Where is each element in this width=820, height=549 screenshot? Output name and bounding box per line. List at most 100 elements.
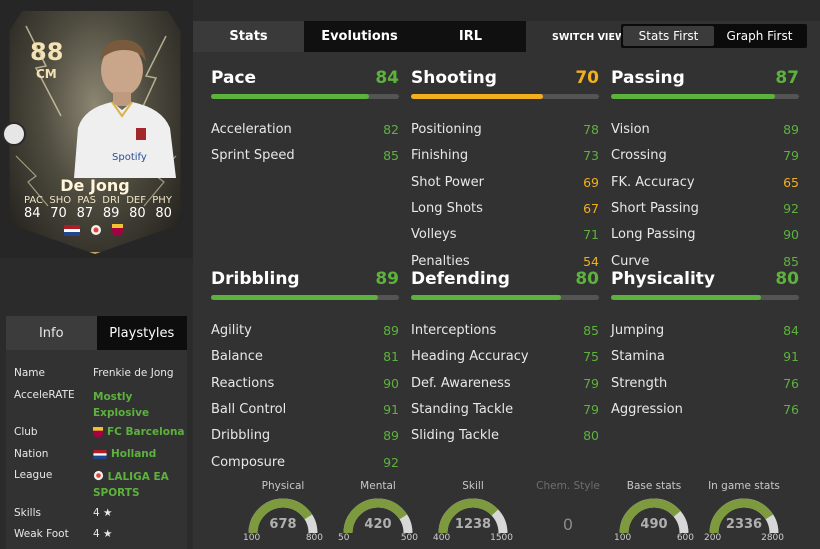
info-weak-foot: 4 ★ <box>93 528 112 540</box>
gauge-title: Physical <box>261 480 305 492</box>
stat-label: Standing Tackle <box>411 402 514 417</box>
info-value-name: Frenkie de Jong <box>93 367 174 379</box>
stat-row: Long Passing 90 <box>611 227 799 242</box>
stat-value: 76 <box>783 376 799 391</box>
stat-value: 85 <box>783 254 799 269</box>
stat-group-value: 84 <box>375 68 399 88</box>
stat-row: Finishing 73 <box>411 148 599 163</box>
stat-row: FK. Accuracy 65 <box>611 175 799 190</box>
stat-group-bar-fill <box>411 94 543 99</box>
stat-row: Vision 89 <box>611 122 799 137</box>
stat-value: 81 <box>383 349 399 364</box>
tab-playstyles[interactable]: Playstyles <box>96 316 187 350</box>
stat-label: Interceptions <box>411 323 497 338</box>
stat-label: Reactions <box>211 376 275 391</box>
stat-row: Penalties 54 <box>411 254 599 269</box>
tab-stats[interactable]: Stats <box>193 21 304 52</box>
stat-group-value: 70 <box>575 68 599 88</box>
gauge-min: 400 <box>433 533 451 543</box>
stat-group-title: Physicality <box>611 269 716 289</box>
info-club-link[interactable]: FC Barcelona <box>93 426 185 438</box>
gauge-mental: Mental 420 50 500 <box>338 480 418 549</box>
tab-irl[interactable]: IRL <box>415 21 526 52</box>
info-label-weak-foot: Weak Foot <box>14 528 69 540</box>
stat-label: Heading Accuracy <box>411 349 529 364</box>
stat-group-bar <box>411 94 599 99</box>
stat-label: Volleys <box>411 227 457 242</box>
card-stat-value: 80 <box>129 206 146 221</box>
stat-label: Long Shots <box>411 201 483 216</box>
stat-row: Aggression 76 <box>611 402 799 417</box>
switch-view-label: SWITCH VIEW: <box>552 32 629 43</box>
info-value-club: FC Barcelona <box>107 426 185 438</box>
gauge-max: 800 <box>305 533 323 543</box>
info-nation-link[interactable]: Holland <box>93 448 156 460</box>
stat-value: 89 <box>383 323 399 338</box>
info-value-league: LALIGA EA SPORTS <box>93 471 169 499</box>
stat-label: Crossing <box>611 148 667 163</box>
stat-value: 78 <box>583 122 599 137</box>
card-player-name: De Jong <box>60 176 130 195</box>
gauge-value: 0 <box>562 515 574 534</box>
stat-group-title: Defending <box>411 269 510 289</box>
gauge-max: 600 <box>676 533 694 543</box>
stat-value: 84 <box>783 323 799 338</box>
stat-row: Curve 85 <box>611 254 799 269</box>
info-label-skills: Skills <box>14 507 41 519</box>
card-stat-label: DEF <box>126 195 146 206</box>
switch-option-graph-first[interactable]: Graph First <box>714 26 805 46</box>
stat-row: Interceptions 85 <box>411 323 599 338</box>
stat-group-bar-fill <box>211 94 369 99</box>
gauge-physical: Physical 678 100 800 <box>243 480 323 549</box>
gauge-min: 100 <box>614 533 632 543</box>
stat-value: 82 <box>383 122 399 137</box>
stat-row: Positioning 78 <box>411 122 599 137</box>
stat-row: Standing Tackle 79 <box>411 402 599 417</box>
stat-label: Def. Awareness <box>411 376 511 391</box>
gauge-value: 420 <box>364 517 392 532</box>
star-icon: ★ <box>103 507 113 519</box>
tab-info[interactable]: Info <box>6 316 97 350</box>
info-league-link[interactable]: LALIGA EA SPORTS <box>93 469 185 501</box>
stat-value: 89 <box>783 122 799 137</box>
switch-view-toggle: Stats First Graph First <box>621 24 807 48</box>
stat-row: Heading Accuracy 75 <box>411 349 599 364</box>
info-value-skills: 4 <box>93 507 100 519</box>
stat-group-title: Shooting <box>411 68 497 88</box>
stat-group-title: Passing <box>611 68 685 88</box>
gauge-value: 1238 <box>454 517 492 532</box>
gauge-skill: Skill 1238 400 1500 <box>433 480 513 549</box>
card-stat-label: PAC <box>24 195 44 206</box>
stat-value: 91 <box>783 349 799 364</box>
stat-row: Shot Power 69 <box>411 175 599 190</box>
stat-group-value: 80 <box>775 269 799 289</box>
stat-label: Shot Power <box>411 175 484 190</box>
stat-group-bar-fill <box>211 295 379 300</box>
stat-label: Acceleration <box>211 122 292 137</box>
stat-label: Vision <box>611 122 650 137</box>
stat-row: Balance 81 <box>211 349 399 364</box>
barcelona-crest-icon <box>112 224 123 236</box>
stat-label: Composure <box>211 455 285 470</box>
stat-group-bar <box>211 94 399 99</box>
stat-label: Balance <box>211 349 263 364</box>
stat-group-bar <box>211 295 399 300</box>
tab-evolutions[interactable]: Evolutions <box>304 21 415 52</box>
player-card[interactable]: 88 CM Spotify De Jong PAC SHO PAS DRI DE… <box>0 0 193 258</box>
gauge-value: 2336 <box>725 517 763 532</box>
stat-label: Sliding Tackle <box>411 428 500 443</box>
info-value-accelerate[interactable]: Mostly Explosive <box>93 389 183 421</box>
info-label-club: Club <box>14 426 38 438</box>
gauge-max: 500 <box>400 533 418 543</box>
laliga-icon <box>91 225 101 235</box>
netherlands-flag-icon <box>64 224 80 236</box>
stat-value: 65 <box>783 175 799 190</box>
gauge-max: 1500 <box>490 533 513 543</box>
stat-group-pace: Pace 84 Acceleration 82 Sprint Speed 85 <box>211 68 399 268</box>
card-rating: 88 <box>30 38 64 66</box>
stat-value: 76 <box>783 402 799 417</box>
stat-value: 67 <box>583 201 599 216</box>
stat-label: Strength <box>611 376 668 391</box>
switch-option-stats-first[interactable]: Stats First <box>623 26 714 46</box>
card-flags <box>64 224 123 236</box>
